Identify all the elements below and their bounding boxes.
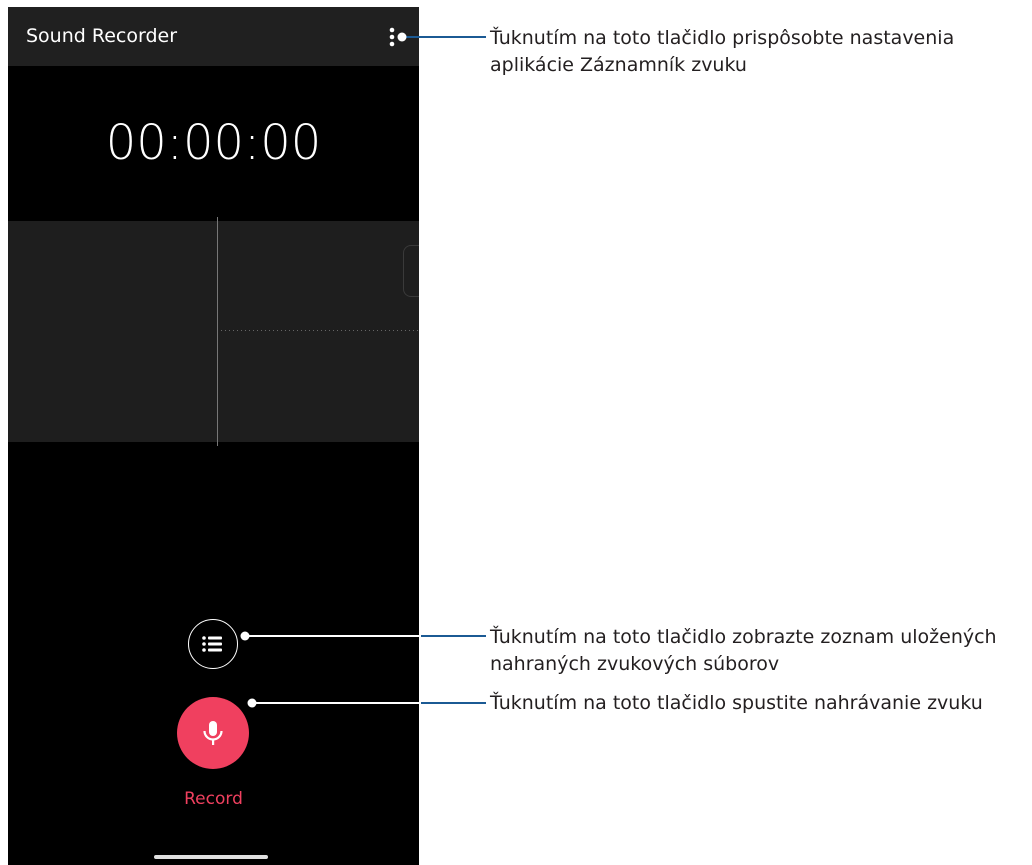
recordings-list-button[interactable] — [188, 619, 238, 669]
waveform-baseline — [221, 330, 419, 331]
callout-list-line2: nahraných zvukových súborov — [490, 653, 780, 675]
playhead-line — [217, 217, 218, 446]
microphone-icon — [203, 721, 223, 745]
more-options-button[interactable] — [385, 25, 399, 49]
elapsed-timer: 00:00:00 — [105, 115, 322, 171]
callout-settings-line1: Ťuknutím na toto tlačidlo prispôsobte na… — [490, 27, 955, 49]
record-button[interactable] — [177, 697, 249, 769]
app-bar: Sound Recorder — [8, 7, 419, 66]
app-title: Sound Recorder — [26, 25, 178, 47]
home-indicator[interactable] — [154, 855, 268, 859]
callout-list: Ťuknutím na toto tlačidlo zobrazte zozna… — [490, 624, 997, 678]
record-label: Record — [184, 789, 243, 809]
more-vert-icon — [389, 27, 395, 47]
waveform-panel — [8, 217, 419, 446]
waveform-edge-handle — [403, 245, 419, 297]
callout-settings-line2: aplikácie Záznamník zvuku — [490, 54, 747, 76]
phone-screen: Sound Recorder 00:00:00 Record — [8, 7, 419, 865]
callout-settings: Ťuknutím na toto tlačidlo prispôsobte na… — [490, 25, 954, 79]
callout-record: Ťuknutím na toto tlačidlo spustite nahrá… — [490, 690, 983, 717]
callout-record-line1: Ťuknutím na toto tlačidlo spustite nahrá… — [490, 692, 983, 714]
list-icon — [202, 636, 222, 652]
callout-list-line1: Ťuknutím na toto tlačidlo zobrazte zozna… — [490, 626, 997, 648]
